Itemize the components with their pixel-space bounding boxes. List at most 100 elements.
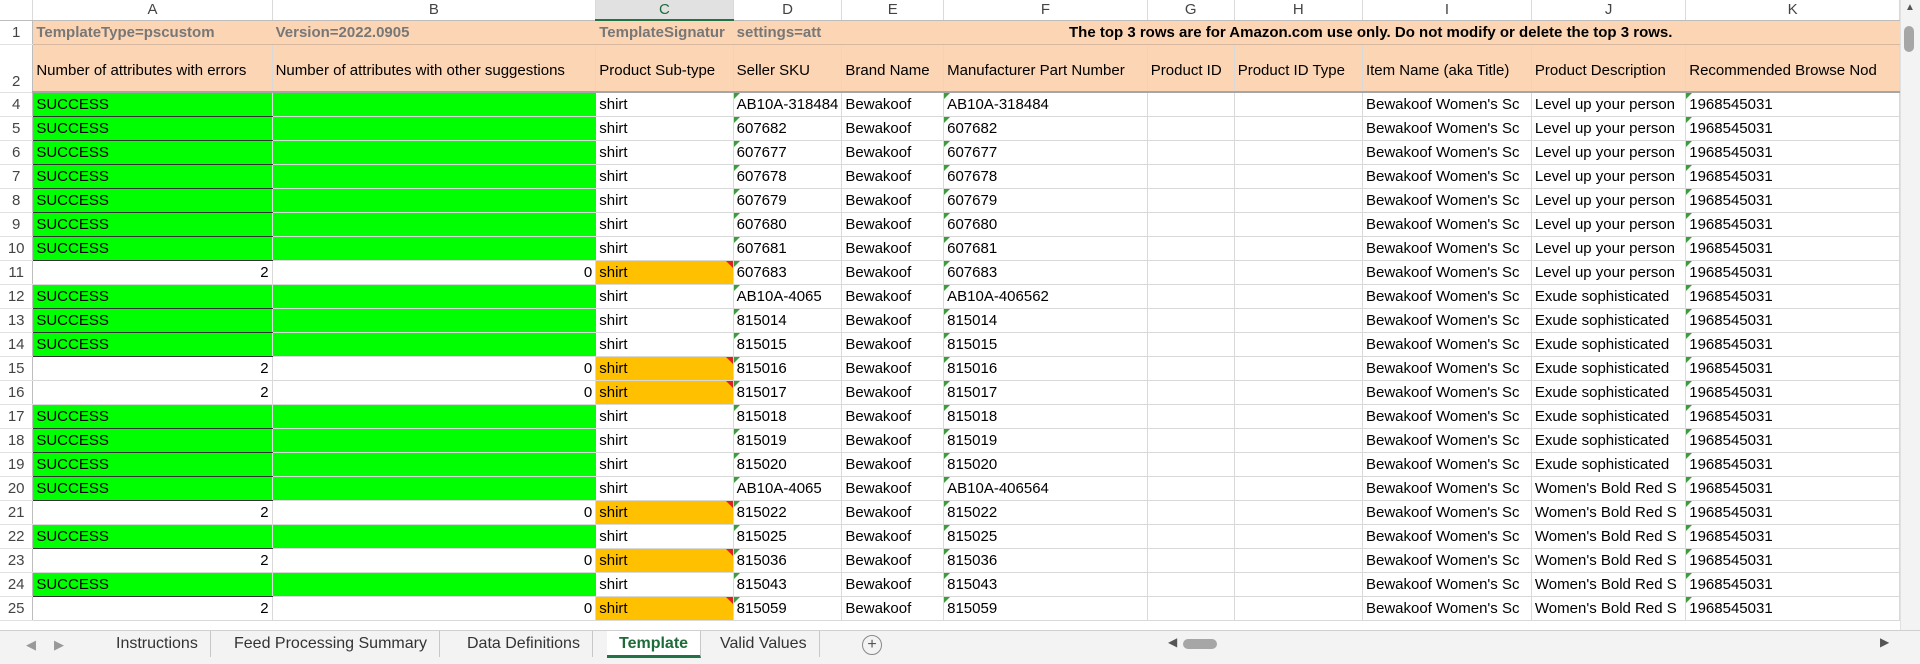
product-id-type-cell[interactable]	[1234, 212, 1363, 237]
brand-name-cell[interactable]: Bewakoof	[841, 356, 945, 381]
brand-name-cell[interactable]: Bewakoof	[841, 548, 945, 573]
row-number[interactable]: 1	[0, 20, 34, 45]
product-id-cell[interactable]	[1147, 140, 1235, 165]
product-id-cell[interactable]	[1147, 596, 1235, 621]
subtype-cell[interactable]: shirt	[595, 524, 734, 549]
seller-sku-cell[interactable]: 607683	[733, 260, 843, 285]
item-name-cell[interactable]: Bewakoof Women's Sc	[1362, 404, 1532, 429]
row-number[interactable]: 19	[0, 452, 34, 477]
browse-node-cell[interactable]: 1968545031	[1685, 236, 1900, 261]
browse-node-cell[interactable]: 1968545031	[1685, 404, 1900, 429]
suggestions-count-cell[interactable]: 0	[272, 260, 597, 285]
browse-node-cell[interactable]: 1968545031	[1685, 92, 1900, 117]
item-name-cell[interactable]: Bewakoof Women's Sc	[1362, 356, 1532, 381]
suggestions-cell[interactable]	[272, 428, 597, 453]
status-cell[interactable]: SUCCESS	[32, 164, 273, 189]
settings-cell[interactable]: settings=att	[733, 20, 843, 45]
row-number[interactable]: 2	[0, 44, 34, 93]
product-description-cell[interactable]: Level up your person	[1531, 116, 1687, 141]
subtype-cell[interactable]: shirt	[595, 188, 734, 213]
brand-name-cell[interactable]: Bewakoof	[841, 452, 945, 477]
product-id-cell[interactable]	[1147, 332, 1235, 357]
item-name-cell[interactable]: Bewakoof Women's Sc	[1362, 332, 1532, 357]
browse-node-cell[interactable]: 1968545031	[1685, 476, 1900, 501]
browse-node-cell[interactable]: 1968545031	[1685, 524, 1900, 549]
product-id-cell[interactable]	[1147, 404, 1235, 429]
row-number[interactable]: 7	[0, 164, 34, 189]
item-name-cell[interactable]: Bewakoof Women's Sc	[1362, 428, 1532, 453]
product-description-cell[interactable]: Exude sophisticated	[1531, 452, 1687, 477]
product-id-type-cell[interactable]	[1234, 332, 1363, 357]
sheet-tab-data-definitions[interactable]: Data Definitions	[455, 631, 593, 657]
status-cell[interactable]: SUCCESS	[32, 212, 273, 237]
row-number[interactable]: 18	[0, 428, 34, 453]
browse-node-cell[interactable]: 1968545031	[1685, 356, 1900, 381]
brand-name-cell[interactable]: Bewakoof	[841, 332, 945, 357]
manufacturer-part-number-cell[interactable]: 815043	[943, 572, 1148, 597]
seller-sku-cell[interactable]: 815036	[733, 548, 843, 573]
subtype-cell[interactable]: shirt	[595, 548, 734, 573]
scroll-left-icon[interactable]: ◀	[1168, 635, 1177, 649]
product-description-cell[interactable]: Exude sophisticated	[1531, 356, 1687, 381]
manufacturer-part-number-cell[interactable]: 815025	[943, 524, 1148, 549]
product-id-type-cell[interactable]	[1234, 164, 1363, 189]
brand-name-cell[interactable]: Bewakoof	[841, 428, 945, 453]
item-name-cell[interactable]: Bewakoof Women's Sc	[1362, 308, 1532, 333]
brand-name-cell[interactable]: Bewakoof	[841, 212, 945, 237]
subtype-cell[interactable]: shirt	[595, 476, 734, 501]
browse-node-cell[interactable]: 1968545031	[1685, 164, 1900, 189]
subtype-cell[interactable]: shirt	[595, 164, 734, 189]
product-id-type-cell[interactable]	[1234, 116, 1363, 141]
manufacturer-part-number-cell[interactable]: 607681	[943, 236, 1148, 261]
brand-name-cell[interactable]: Bewakoof	[841, 404, 945, 429]
status-cell[interactable]: SUCCESS	[32, 116, 273, 141]
row-number[interactable]: 13	[0, 308, 34, 333]
item-name-cell[interactable]: Bewakoof Women's Sc	[1362, 380, 1532, 405]
suggestions-count-cell[interactable]: 0	[272, 356, 597, 381]
product-id-cell[interactable]	[1147, 308, 1235, 333]
seller-sku-cell[interactable]: 815019	[733, 428, 843, 453]
brand-name-cell[interactable]: Bewakoof	[841, 188, 945, 213]
product-description-cell[interactable]: Level up your person	[1531, 188, 1687, 213]
status-cell[interactable]: SUCCESS	[32, 308, 273, 333]
brand-name-cell[interactable]: Bewakoof	[841, 92, 945, 117]
seller-sku-cell[interactable]: 815020	[733, 452, 843, 477]
manufacturer-part-number-cell[interactable]: 607682	[943, 116, 1148, 141]
product-description-cell[interactable]: Exude sophisticated	[1531, 380, 1687, 405]
attribute-header-cell[interactable]: Product ID	[1147, 44, 1235, 93]
seller-sku-cell[interactable]: 815059	[733, 596, 843, 621]
status-cell[interactable]: SUCCESS	[32, 140, 273, 165]
horizontal-scroll-thumb[interactable]	[1183, 639, 1217, 649]
seller-sku-cell[interactable]: 607681	[733, 236, 843, 261]
browse-node-cell[interactable]: 1968545031	[1685, 428, 1900, 453]
product-id-cell[interactable]	[1147, 380, 1235, 405]
suggestions-cell[interactable]	[272, 452, 597, 477]
seller-sku-cell[interactable]: 815017	[733, 380, 843, 405]
manufacturer-part-number-cell[interactable]: 607677	[943, 140, 1148, 165]
manufacturer-part-number-cell[interactable]: 815036	[943, 548, 1148, 573]
product-id-type-cell[interactable]	[1234, 260, 1363, 285]
triangle-left-icon[interactable]: ◀	[26, 637, 36, 653]
subtype-cell[interactable]: shirt	[595, 596, 734, 621]
suggestions-cell[interactable]	[272, 236, 597, 261]
suggestions-count-cell[interactable]: 0	[272, 548, 597, 573]
manufacturer-part-number-cell[interactable]: 607680	[943, 212, 1148, 237]
subtype-cell[interactable]: shirt	[595, 236, 734, 261]
product-description-cell[interactable]: Women's Bold Red S	[1531, 548, 1687, 573]
manufacturer-part-number-cell[interactable]: 607679	[943, 188, 1148, 213]
status-cell[interactable]: SUCCESS	[32, 92, 273, 117]
status-cell[interactable]: SUCCESS	[32, 404, 273, 429]
brand-name-cell[interactable]: Bewakoof	[841, 596, 945, 621]
seller-sku-cell[interactable]: 815014	[733, 308, 843, 333]
sheet-tab-valid-values[interactable]: Valid Values	[708, 631, 820, 657]
suggestions-cell[interactable]	[272, 284, 597, 309]
brand-name-cell[interactable]: Bewakoof	[841, 476, 945, 501]
status-cell[interactable]: SUCCESS	[32, 332, 273, 357]
brand-name-cell[interactable]: Bewakoof	[841, 116, 945, 141]
triangle-right-icon[interactable]: ▶	[54, 637, 64, 653]
cell-table[interactable]: ABCDEFGHIJK 1 TemplateType=pscustom Vers…	[0, 0, 1900, 621]
brand-name-cell[interactable]: Bewakoof	[841, 500, 945, 525]
suggestions-cell[interactable]	[272, 332, 597, 357]
product-id-cell[interactable]	[1147, 92, 1235, 117]
product-id-cell[interactable]	[1147, 572, 1235, 597]
